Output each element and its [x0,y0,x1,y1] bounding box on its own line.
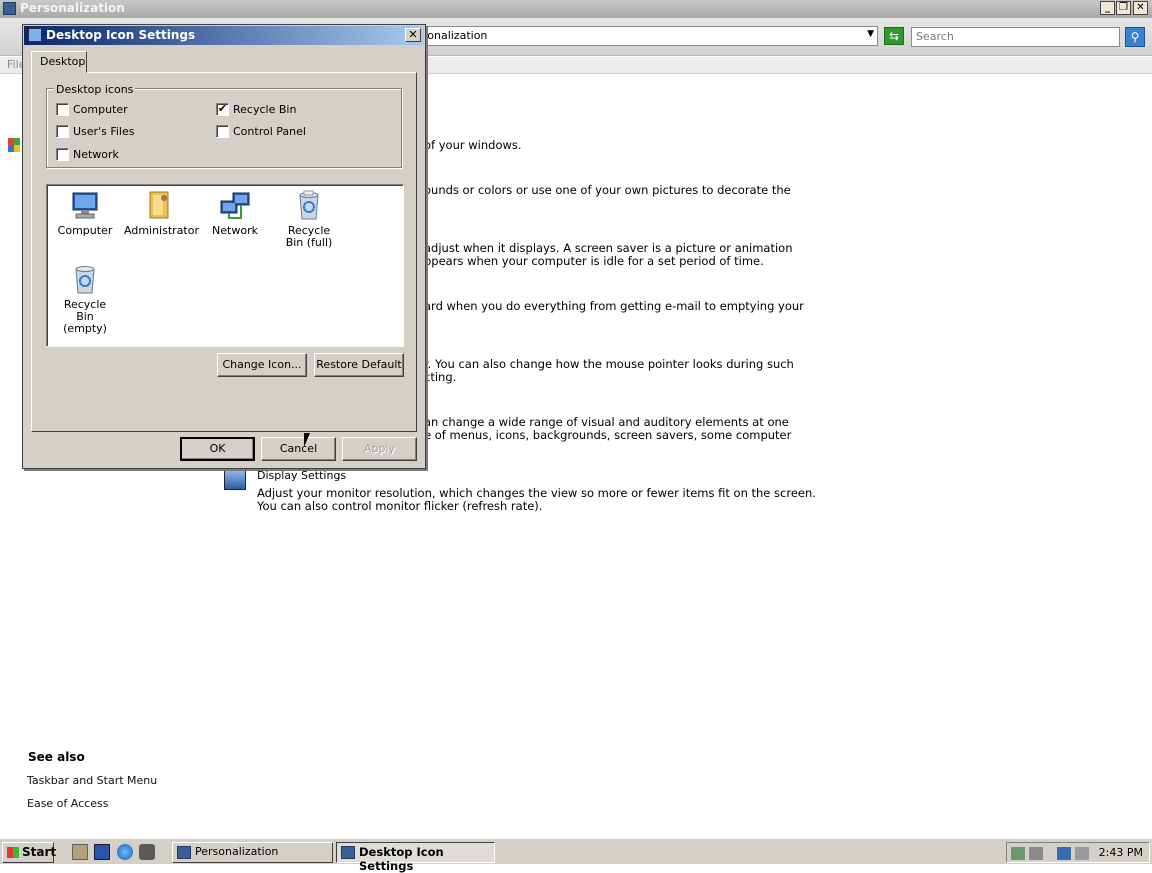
icon-label: Network [212,224,258,237]
checkbox-label[interactable]: Computer [73,103,128,116]
mouse-cursor-icon [304,433,310,447]
icon-list[interactable]: Computer Administrator Network Recycle B… [46,184,404,347]
network-checkbox[interactable] [56,148,69,161]
main-window-titlebar[interactable]: Personalization _ ❐ ✕ [0,0,1152,18]
system-tray: 2:43 PM [1006,842,1150,863]
display-settings-icon[interactable] [224,470,246,490]
app-quicklaunch-icon[interactable] [139,844,155,860]
text-fragment: of your windows. [424,138,522,152]
task-label: Desktop Icon Settings [359,845,444,873]
tab-desktop[interactable]: Desktop [31,51,87,73]
close-button[interactable]: ✕ [1133,1,1148,15]
group-label: Desktop icons [54,83,136,96]
address-bar[interactable]: rsonalization ▼ [410,26,878,46]
control-panel-checkbox[interactable] [216,125,229,138]
search-input[interactable]: Search [911,27,1120,47]
personalization-app-icon [3,2,16,15]
checkbox-label[interactable]: Network [73,148,119,161]
ok-button[interactable]: OK [180,437,255,461]
dialog-app-icon [28,28,42,42]
list-item[interactable]: Network [199,189,271,237]
taskbar-start-menu-link[interactable]: Taskbar and Start Menu [27,774,157,787]
list-item[interactable]: Recycle Bin (empty) [49,263,121,335]
icon-label: Administrator [124,224,199,237]
display-settings-link[interactable]: Display Settings [257,469,346,482]
text-fragment: ounds or colors or use one of your own p… [424,183,791,197]
start-label: Start [22,845,57,859]
volume-icon[interactable] [1075,847,1089,860]
text-fragment: ard when you do everything from getting … [424,299,804,313]
personalization-task-icon [177,846,191,859]
icon-label: Computer [57,224,113,237]
restore-default-button[interactable]: Restore Default [314,353,404,377]
tray-monitor-icon[interactable] [1057,847,1071,860]
desktop-icon-settings-task-icon [341,846,355,859]
display-settings-desc: You can also control monitor flicker (re… [257,499,543,513]
main-window-title: Personalization [20,1,125,15]
start-button[interactable]: Start [2,842,57,863]
desktop-icon-settings-dialog: Desktop Icon Settings ✕ Desktop Desktop … [22,24,426,469]
task-label: Personalization [195,845,279,858]
close-icon[interactable]: ✕ [405,28,421,42]
recycle-bin-empty-icon [69,263,101,295]
dialog-titlebar[interactable]: Desktop Icon Settings ✕ [24,26,424,45]
windows-flag-icon [7,847,19,858]
windows-logo-icon [8,138,20,152]
recycle-bin-full-icon [293,189,325,221]
task-desktop-icon-settings[interactable]: Desktop Icon Settings [336,842,495,873]
address-text: rsonalization [417,29,488,42]
server-manager-icon[interactable] [72,844,88,860]
user-folder-icon [144,189,176,221]
computer-checkbox[interactable] [56,103,69,116]
dialog-title: Desktop Icon Settings [46,28,196,42]
list-item[interactable]: Administrator [124,189,199,237]
text-fragment: ppears when your computer is idle for a … [424,254,764,268]
icon-label: Recycle Bin (full) [285,224,333,249]
network-icon [219,189,251,221]
address-dropdown-icon[interactable]: ▼ [867,29,874,39]
checkbox-label[interactable]: Control Panel [233,125,306,138]
restore-button[interactable]: ❐ [1116,1,1131,15]
checkbox-label[interactable]: User's Files [73,125,134,138]
list-item[interactable]: Computer [49,189,121,237]
text-fragment: e of menus, icons, backgrounds, screen s… [424,428,792,442]
apply-button[interactable]: Apply [342,437,417,461]
show-desktop-icon[interactable] [94,844,110,860]
users-files-checkbox[interactable] [56,125,69,138]
minimize-button[interactable]: _ [1100,1,1115,15]
task-personalization[interactable]: Personalization [172,842,333,863]
tray-app-icon[interactable] [1011,847,1025,860]
text-fragment: cting. [424,370,457,384]
text-fragment: r. You can also change how the mouse poi… [424,357,794,371]
icon-label: Recycle Bin (empty) [63,298,107,335]
internet-explorer-icon[interactable] [117,844,133,860]
clock[interactable]: 2:43 PM [1099,846,1143,859]
tray-network-icon[interactable] [1029,847,1043,860]
refresh-icon[interactable]: ⇆ [884,27,904,45]
search-icon[interactable]: ⚲ [1125,27,1145,47]
taskbar: Start Personalization Desktop Icon Setti… [0,838,1152,873]
ease-of-access-link[interactable]: Ease of Access [27,797,108,810]
see-also-heading: See also [28,750,85,764]
recycle-bin-checkbox[interactable]: ✔ [216,103,229,116]
computer-icon [69,189,101,221]
change-icon-button[interactable]: Change Icon... [217,353,307,377]
cancel-button[interactable]: Cancel [261,437,336,461]
checkbox-label[interactable]: Recycle Bin [233,103,296,116]
list-item[interactable]: Recycle Bin (full) [273,189,345,249]
